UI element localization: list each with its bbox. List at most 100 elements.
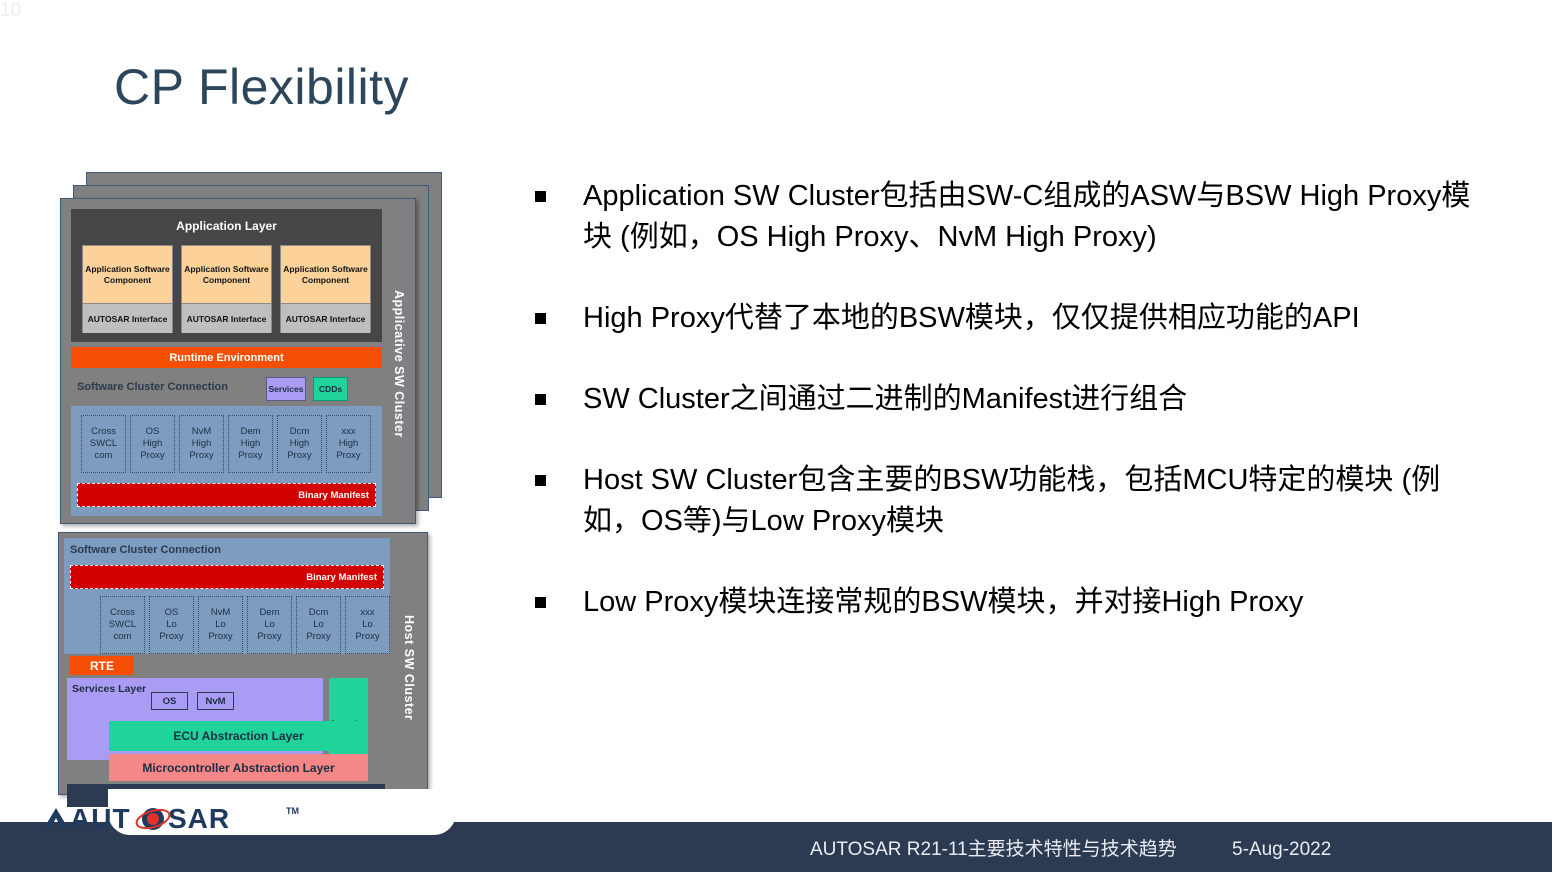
ecu-abstraction-layer: ECU Abstraction Layer bbox=[109, 721, 368, 751]
proxy-box: Dem High Proxy bbox=[228, 415, 273, 473]
proxy-box: xxx Lo Proxy bbox=[345, 596, 390, 654]
autosar-interface-label: AUTOSAR Interface bbox=[83, 303, 172, 333]
proxy-line-2: Lo bbox=[313, 619, 324, 630]
proxy-line-2: SWCL bbox=[108, 619, 137, 630]
proxy-line-3: Proxy bbox=[257, 631, 282, 642]
cdds-chip: CDDs bbox=[313, 377, 348, 401]
services-chip: Services bbox=[266, 377, 306, 401]
host-cluster-inner: Software Cluster Connection Binary Manif… bbox=[64, 538, 390, 807]
proxy-line-3: Proxy bbox=[306, 631, 331, 642]
proxy-line-3: Proxy bbox=[287, 450, 312, 461]
swc-label: Application Software Component bbox=[281, 246, 370, 303]
proxy-line-3: Proxy bbox=[140, 450, 165, 461]
microcontroller-abstraction-layer: Microcontroller Abstraction Layer bbox=[109, 754, 368, 781]
proxy-line-3: Proxy bbox=[238, 450, 263, 461]
application-layer: Application Layer Application Software C… bbox=[71, 209, 382, 342]
autosar-interface-label: AUTOSAR Interface bbox=[182, 303, 271, 333]
services-layer-label: Services Layer bbox=[72, 683, 147, 695]
proxy-box: NvM High Proxy bbox=[179, 415, 224, 473]
trademark-mark: TM bbox=[286, 806, 299, 816]
proxy-line-3: Proxy bbox=[189, 450, 214, 461]
bullet-text: Host SW Cluster包含主要的BSW功能栈，包括MCU特定的模块 (例… bbox=[583, 464, 1441, 537]
bullet-text: Low Proxy模块连接常规的BSW模块，并对接High Proxy bbox=[583, 586, 1304, 618]
applicative-sw-cluster-diagram: Application Layer Application Software C… bbox=[60, 172, 442, 524]
proxy-line-1: NvM bbox=[210, 607, 231, 618]
host-rte-strip: RTE bbox=[64, 654, 390, 677]
proxy-line-3: Proxy bbox=[208, 631, 233, 642]
svg-text:AUT: AUT bbox=[70, 803, 131, 834]
application-sw-component-2: Application Software Component AUTOSAR I… bbox=[181, 245, 272, 333]
list-item: High Proxy代替了本地的BSW模块，仅仅提供相应功能的API bbox=[535, 298, 1495, 339]
app-cluster-inner: Application Layer Application Software C… bbox=[69, 207, 384, 517]
rte-badge: RTE bbox=[70, 656, 134, 675]
proxy-box: Dcm Lo Proxy bbox=[296, 596, 341, 654]
host-software-cluster-connection-panel: Software Cluster Connection Binary Manif… bbox=[64, 538, 390, 654]
software-cluster-connection-label: Software Cluster Connection bbox=[77, 381, 228, 393]
proxy-line-2: High bbox=[240, 438, 261, 449]
footer-subject: AUTOSAR R21-11主要技术特性与技术趋势 bbox=[810, 839, 1177, 860]
page-number: 10 bbox=[0, 0, 22, 21]
bullet-text: High Proxy代替了本地的BSW模块，仅仅提供相应功能的API bbox=[583, 302, 1360, 334]
swc-label: Application Software Component bbox=[182, 246, 271, 303]
host-sw-cluster-side-label: Host SW Cluster bbox=[402, 615, 416, 721]
proxy-line-1: xxx bbox=[360, 607, 375, 618]
proxy-line-3: Proxy bbox=[159, 631, 184, 642]
proxy-line-3: Proxy bbox=[355, 631, 380, 642]
square-bullet-icon bbox=[535, 313, 546, 324]
proxy-line-2: Lo bbox=[264, 619, 275, 630]
proxy-line-1: Cross bbox=[110, 607, 135, 618]
proxy-box: Dem Lo Proxy bbox=[247, 596, 292, 654]
software-cluster-connection-header: Software Cluster Connection Services CDD… bbox=[71, 371, 382, 406]
proxy-line-3: com bbox=[113, 631, 132, 642]
proxy-line-2: High bbox=[191, 438, 212, 449]
proxy-line-3: Proxy bbox=[336, 450, 361, 461]
binary-manifest-bar: Binary Manifest bbox=[70, 565, 384, 589]
proxy-line-1: OS bbox=[164, 607, 179, 618]
os-module: OS bbox=[151, 692, 188, 710]
host-sw-cluster-diagram: Software Cluster Connection Binary Manif… bbox=[58, 532, 428, 807]
software-cluster-connection-panel: Software Cluster Connection Services CDD… bbox=[71, 371, 382, 516]
proxy-box: NvM Lo Proxy bbox=[198, 596, 243, 654]
list-item: Low Proxy模块连接常规的BSW模块，并对接High Proxy bbox=[535, 582, 1495, 623]
bullet-text: SW Cluster之间通过二进制的Manifest进行组合 bbox=[583, 383, 1188, 415]
proxy-line-2: High bbox=[289, 438, 310, 449]
proxy-line-1: Dcm bbox=[308, 607, 329, 618]
proxy-line-1: Cross bbox=[91, 426, 116, 437]
list-item: SW Cluster之间通过二进制的Manifest进行组合 bbox=[535, 379, 1495, 420]
list-item: Host SW Cluster包含主要的BSW功能栈，包括MCU特定的模块 (例… bbox=[535, 460, 1495, 542]
proxy-line-1: OS bbox=[145, 426, 160, 437]
autosar-o-mark bbox=[135, 808, 171, 830]
proxy-box: Cross SWCL com bbox=[100, 596, 145, 654]
svg-text:SAR: SAR bbox=[168, 803, 230, 834]
square-bullet-icon bbox=[535, 394, 546, 405]
proxy-line-1: NvM bbox=[191, 426, 212, 437]
proxy-box: xxx High Proxy bbox=[326, 415, 371, 473]
proxy-box: OS Lo Proxy bbox=[149, 596, 194, 654]
low-proxy-row: Cross SWCL com OS Lo Proxy NvM Lo Proxy bbox=[100, 596, 390, 654]
proxy-line-1: Dcm bbox=[289, 426, 310, 437]
application-layer-label: Application Layer bbox=[176, 219, 277, 233]
square-bullet-icon bbox=[535, 597, 546, 608]
proxy-box: Dcm High Proxy bbox=[277, 415, 322, 473]
high-proxy-row: Cross SWCL com OS High Proxy NvM High Pr… bbox=[81, 415, 371, 473]
proxy-line-2: Lo bbox=[215, 619, 226, 630]
proxy-line-2: SWCL bbox=[89, 438, 118, 449]
stack-card-front: Application Layer Application Software C… bbox=[60, 198, 416, 524]
autosar-logo: AUT SAR TM bbox=[44, 803, 299, 834]
nvm-module: NvM bbox=[197, 692, 234, 710]
autosar-interface-label: AUTOSAR Interface bbox=[281, 303, 370, 333]
applicative-sw-cluster-side-label: Applicative SW Cluster bbox=[392, 290, 406, 438]
list-item: Application SW Cluster包括由SW-C组成的ASW与BSW … bbox=[535, 176, 1495, 258]
application-sw-component-1: Application Software Component AUTOSAR I… bbox=[82, 245, 173, 333]
proxy-line-2: Lo bbox=[166, 619, 177, 630]
proxy-line-1: Dem bbox=[259, 607, 280, 618]
proxy-box: OS High Proxy bbox=[130, 415, 175, 473]
bullet-text: Application SW Cluster包括由SW-C组成的ASW与BSW … bbox=[583, 180, 1471, 253]
application-sw-component-3: Application Software Component AUTOSAR I… bbox=[280, 245, 371, 333]
software-cluster-connection-label: Software Cluster Connection bbox=[70, 544, 221, 556]
proxy-line-2: Lo bbox=[362, 619, 373, 630]
proxy-line-1: Dem bbox=[240, 426, 261, 437]
runtime-environment-bar: Runtime Environment bbox=[71, 347, 382, 368]
proxy-line-3: com bbox=[94, 450, 113, 461]
bullet-list: Application SW Cluster包括由SW-C组成的ASW与BSW … bbox=[535, 176, 1495, 663]
